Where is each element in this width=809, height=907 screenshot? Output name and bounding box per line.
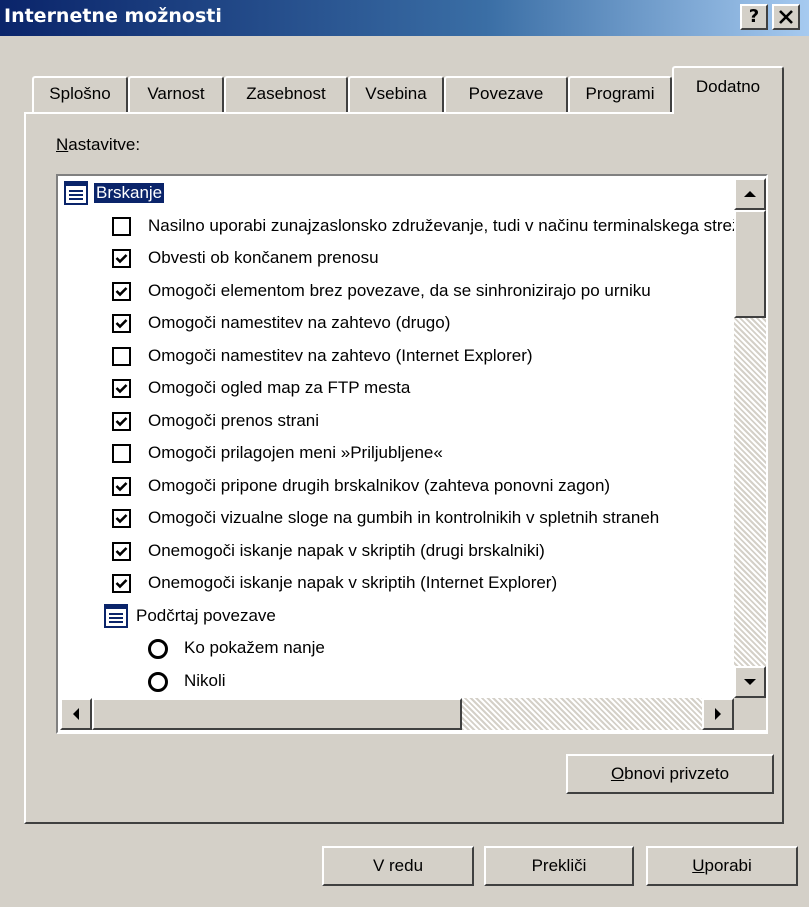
checkbox[interactable] bbox=[112, 411, 131, 431]
check-mark-icon bbox=[115, 579, 128, 589]
settings-list[interactable]: Brskanje Nasilno uporabi zunajzaslonsko z… bbox=[56, 174, 768, 734]
setting-checkbox-item[interactable]: Omogoči vizualne sloge na gumbih in kont… bbox=[60, 503, 734, 535]
window-title: Internetne možnosti bbox=[4, 5, 222, 27]
scroll-left-button[interactable] bbox=[60, 698, 92, 730]
radio-button[interactable] bbox=[148, 639, 168, 659]
checkbox[interactable] bbox=[112, 249, 131, 268]
setting-checkbox-item[interactable]: Omogoči pripone drugih brskalnikov (zaht… bbox=[60, 471, 734, 503]
close-button[interactable] bbox=[772, 4, 800, 30]
close-icon bbox=[779, 10, 793, 24]
settings-label: Nastavitve: bbox=[56, 135, 141, 154]
internet-options-dialog: Internetne možnosti ? Splošno Varnost Za… bbox=[0, 0, 809, 907]
ok-button[interactable]: V redu bbox=[322, 846, 474, 886]
checkbox[interactable] bbox=[112, 509, 131, 528]
checkbox[interactable] bbox=[112, 379, 131, 398]
apply-button[interactable]: Uporabi bbox=[646, 846, 798, 886]
settings-list-items: Brskanje Nasilno uporabi zunajzaslonsko z… bbox=[60, 178, 734, 698]
title-bar[interactable]: Internetne možnosti ? bbox=[0, 0, 809, 36]
scroll-thumb[interactable] bbox=[734, 210, 766, 318]
horizontal-scroll-thumb[interactable] bbox=[92, 698, 462, 730]
arrow-left-icon bbox=[73, 708, 79, 720]
tab-privacy[interactable]: Zasebnost bbox=[224, 76, 348, 112]
checkbox[interactable] bbox=[112, 346, 131, 366]
check-mark-icon bbox=[115, 254, 128, 264]
horizontal-scrollbar[interactable] bbox=[60, 698, 734, 730]
tab-general[interactable]: Splošno bbox=[32, 76, 128, 112]
checkbox[interactable] bbox=[112, 476, 131, 496]
list-group-icon bbox=[104, 603, 128, 628]
checkbox[interactable] bbox=[112, 574, 131, 593]
scroll-down-button[interactable] bbox=[734, 666, 766, 698]
setting-checkbox-item[interactable]: Omogoči namestitev na zahtevo (drugo) bbox=[60, 308, 734, 340]
setting-checkbox-item[interactable]: Omogoči prenos strani bbox=[60, 406, 734, 438]
setting-checkbox-item[interactable]: Omogoči ogled map za FTP mesta bbox=[60, 373, 734, 405]
check-mark-icon bbox=[115, 286, 128, 296]
setting-checkbox-item[interactable]: Nasilno uporabi zunajzaslonsko združevan… bbox=[60, 211, 734, 243]
setting-checkbox-item[interactable]: Obvesti ob končanem prenosu bbox=[60, 243, 734, 275]
checkbox[interactable] bbox=[112, 541, 131, 561]
tab-content[interactable]: Vsebina bbox=[348, 76, 444, 112]
vertical-scrollbar[interactable] bbox=[734, 178, 766, 698]
setting-checkbox-item[interactable]: Onemogoči iskanje napak v skriptih (Inte… bbox=[60, 568, 734, 600]
tab-programs[interactable]: Programi bbox=[568, 76, 672, 112]
settings-group[interactable]: Brskanje bbox=[60, 178, 734, 210]
check-mark-icon bbox=[115, 514, 128, 524]
setting-checkbox-item[interactable]: Omogoči namestitev na zahtevo (Internet … bbox=[60, 341, 734, 373]
tab-advanced[interactable]: Dodatno bbox=[672, 66, 784, 114]
scroll-up-button[interactable] bbox=[734, 178, 766, 210]
check-mark-icon bbox=[115, 384, 128, 394]
restore-defaults-button[interactable]: Obnovi privzeto bbox=[566, 754, 774, 794]
arrow-down-icon bbox=[744, 679, 756, 685]
setting-checkbox-item[interactable]: Omogoči elementom brez povezave, da se s… bbox=[60, 276, 734, 308]
setting-radio-item[interactable]: Nikoli bbox=[60, 666, 734, 698]
check-mark-icon bbox=[115, 416, 128, 426]
setting-checkbox-item[interactable]: Omogoči prilagojen meni »Priljubljene« bbox=[60, 438, 734, 470]
check-mark-icon bbox=[115, 546, 128, 556]
check-mark-icon bbox=[115, 319, 128, 329]
arrow-right-icon bbox=[715, 708, 721, 720]
check-mark-icon bbox=[115, 481, 128, 491]
tab-security[interactable]: Varnost bbox=[128, 76, 224, 112]
radio-button[interactable] bbox=[148, 671, 168, 692]
setting-checkbox-item[interactable]: Onemogoči iskanje napak v skriptih (drug… bbox=[60, 536, 734, 568]
scrollbar-corner bbox=[734, 698, 766, 730]
settings-group[interactable]: Podčrtaj povezave bbox=[60, 601, 734, 633]
scroll-right-button[interactable] bbox=[702, 698, 734, 730]
checkbox[interactable] bbox=[112, 216, 131, 236]
cancel-button[interactable]: Prekliči bbox=[484, 846, 634, 886]
tab-connections[interactable]: Povezave bbox=[444, 76, 568, 112]
checkbox[interactable] bbox=[112, 314, 131, 333]
list-group-icon bbox=[64, 181, 88, 205]
checkbox[interactable] bbox=[112, 281, 131, 301]
arrow-up-icon bbox=[744, 191, 756, 197]
setting-radio-item[interactable]: Ko pokažem nanje bbox=[60, 633, 734, 665]
help-button[interactable]: ? bbox=[740, 4, 768, 30]
checkbox[interactable] bbox=[112, 444, 131, 463]
